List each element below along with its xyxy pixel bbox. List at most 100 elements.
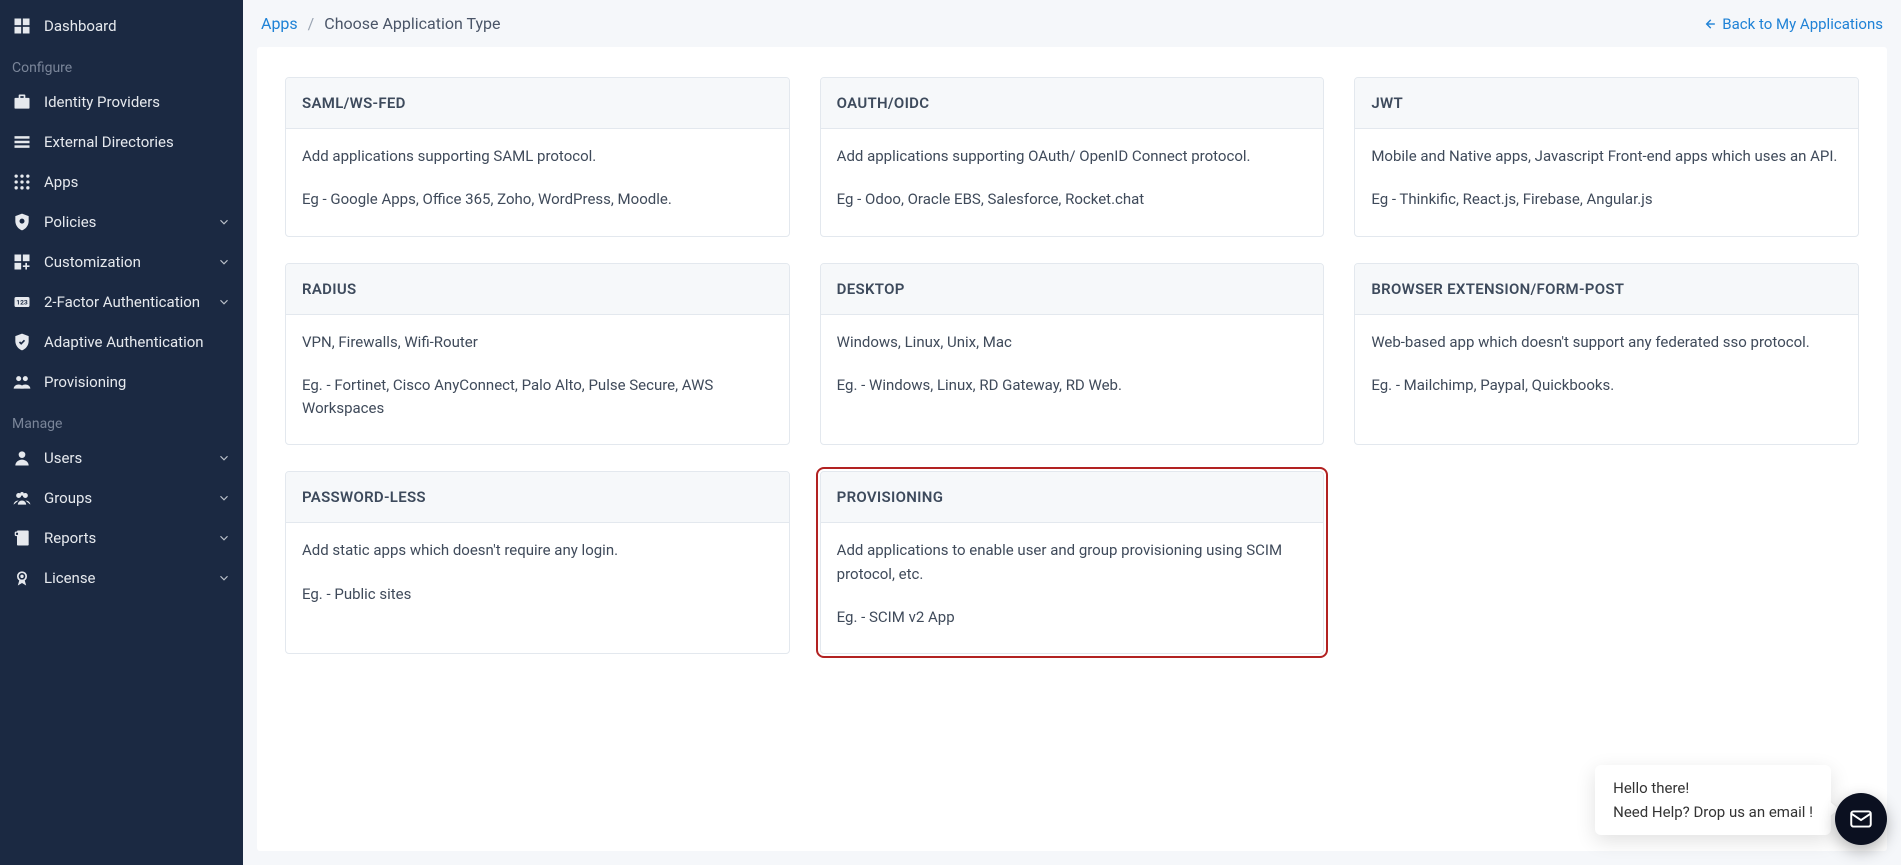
card-description: Web-based app which doesn't support any … xyxy=(1371,331,1842,354)
card-description: Windows, Linux, Unix, Mac xyxy=(837,331,1308,354)
sidebar-item-label: Dashboard xyxy=(44,17,231,35)
provisioning-icon xyxy=(12,372,32,392)
app-type-card-saml[interactable]: SAML/WS-FED Add applications supporting S… xyxy=(285,77,790,237)
app-type-card-oauth[interactable]: OAUTH/OIDC Add applications supporting OA… xyxy=(820,77,1325,237)
card-example: Eg. - Fortinet, Cisco AnyConnect, Palo A… xyxy=(302,374,773,421)
apps-icon xyxy=(12,172,32,192)
sidebar-item-label: Reports xyxy=(44,529,205,547)
breadcrumb: Apps / Choose Application Type xyxy=(261,14,501,33)
users-icon xyxy=(12,448,32,468)
back-link-label: Back to My Applications xyxy=(1722,15,1883,33)
topbar: Apps / Choose Application Type Back to M… xyxy=(243,0,1901,47)
sidebar-item-identity-providers[interactable]: Identity Providers xyxy=(0,82,243,122)
sidebar-item-label: Identity Providers xyxy=(44,93,231,111)
card-example: Eg - Odoo, Oracle EBS, Salesforce, Rocke… xyxy=(837,188,1308,211)
card-body: Add applications supporting OAuth/ OpenI… xyxy=(821,129,1324,236)
sidebar-item-reports[interactable]: Reports xyxy=(0,518,243,558)
chevron-down-icon xyxy=(217,255,231,269)
card-title: PASSWORD-LESS xyxy=(286,472,789,523)
sidebar-item-label: Apps xyxy=(44,173,231,191)
breadcrumb-root[interactable]: Apps xyxy=(261,14,298,33)
card-title: OAUTH/OIDC xyxy=(821,78,1324,129)
main: Apps / Choose Application Type Back to M… xyxy=(243,0,1901,865)
sidebar-item-license[interactable]: License xyxy=(0,558,243,598)
sidebar-item-users[interactable]: Users xyxy=(0,438,243,478)
sidebar-item-policies[interactable]: Policies xyxy=(0,202,243,242)
card-description: VPN, Firewalls, Wifi-Router xyxy=(302,331,773,354)
app-type-card-jwt[interactable]: JWT Mobile and Native apps, Javascript Fr… xyxy=(1354,77,1859,237)
groups-icon xyxy=(12,488,32,508)
policies-icon xyxy=(12,212,32,232)
sidebar-item-label: Adaptive Authentication xyxy=(44,333,231,351)
sidebar-item-label: Users xyxy=(44,449,205,467)
card-description: Mobile and Native apps, Javascript Front… xyxy=(1371,145,1842,168)
sidebar-item-provisioning[interactable]: Provisioning xyxy=(0,362,243,402)
card-example: Eg. - SCIM v2 App xyxy=(837,606,1308,629)
sidebar-item-groups[interactable]: Groups xyxy=(0,478,243,518)
card-example: Eg - Thinkific, React.js, Firebase, Angu… xyxy=(1371,188,1842,211)
svg-text:123: 123 xyxy=(16,299,28,307)
adaptive-auth-icon xyxy=(12,332,32,352)
content: SAML/WS-FED Add applications supporting S… xyxy=(257,47,1887,851)
customization-icon xyxy=(12,252,32,272)
card-title: JWT xyxy=(1355,78,1858,129)
chevron-down-icon xyxy=(217,491,231,505)
license-icon xyxy=(12,568,32,588)
card-title: SAML/WS-FED xyxy=(286,78,789,129)
two-factor-auth-icon: 123 xyxy=(12,292,32,312)
card-body: Mobile and Native apps, Javascript Front… xyxy=(1355,129,1858,236)
chat-open-button[interactable] xyxy=(1835,793,1887,845)
card-description: Add applications supporting SAML protoco… xyxy=(302,145,773,168)
card-description: Add static apps which doesn't require an… xyxy=(302,539,773,562)
dashboard-icon xyxy=(12,16,32,36)
app-type-card-passwordless[interactable]: PASSWORD-LESS Add static apps which doesn… xyxy=(285,471,790,654)
chevron-down-icon xyxy=(217,451,231,465)
card-example: Eg. - Mailchimp, Paypal, Quickbooks. xyxy=(1371,374,1842,397)
card-example: Eg - Google Apps, Office 365, Zoho, Word… xyxy=(302,188,773,211)
card-body: Windows, Linux, Unix, Mac Eg. - Windows, … xyxy=(821,315,1324,422)
sidebar-item-customization[interactable]: Customization xyxy=(0,242,243,282)
arrow-left-icon xyxy=(1702,17,1716,31)
card-title: RADIUS xyxy=(286,264,789,315)
app-type-card-desktop[interactable]: DESKTOPWindows, Linux, Unix, MacEg. - Wi… xyxy=(820,263,1325,446)
sidebar: Dashboard Configure Identity Providers Exte… xyxy=(0,0,243,865)
card-body: Add applications to enable user and grou… xyxy=(821,523,1324,653)
app-type-card-provisioning-card[interactable]: PROVISIONING Add applications to enable u… xyxy=(820,471,1325,654)
sidebar-item-label: 2-Factor Authentication xyxy=(44,293,205,311)
app-type-card-radius[interactable]: RADIUS VPN, Firewalls, Wifi-Router Eg. - F… xyxy=(285,263,790,446)
sidebar-item-label: Customization xyxy=(44,253,205,271)
card-body: VPN, Firewalls, Wifi-Router Eg. - Fortine… xyxy=(286,315,789,445)
back-to-applications-link[interactable]: Back to My Applications xyxy=(1702,15,1883,33)
app-type-card-browser-ext[interactable]: BROWSER EXTENSION/FORM-POSTWeb-based app… xyxy=(1354,263,1859,446)
identity-providers-icon xyxy=(12,92,32,112)
sidebar-item-label: Policies xyxy=(44,213,205,231)
chevron-down-icon xyxy=(217,571,231,585)
sidebar-section-configure: Configure xyxy=(0,46,243,82)
sidebar-item-two-factor-auth[interactable]: 123 2-Factor Authentication xyxy=(0,282,243,322)
external-directories-icon xyxy=(12,132,32,152)
reports-icon xyxy=(12,528,32,548)
sidebar-item-adaptive-auth[interactable]: Adaptive Authentication xyxy=(0,322,243,362)
card-description: Add applications supporting OAuth/ OpenI… xyxy=(837,145,1308,168)
sidebar-item-label: License xyxy=(44,569,205,587)
card-title: PROVISIONING xyxy=(821,472,1324,523)
card-body: Add applications supporting SAML protoco… xyxy=(286,129,789,236)
chevron-down-icon xyxy=(217,531,231,545)
app-type-grid: SAML/WS-FED Add applications supporting S… xyxy=(285,77,1859,654)
sidebar-item-apps[interactable]: Apps xyxy=(0,162,243,202)
sidebar-item-dashboard[interactable]: Dashboard xyxy=(0,6,243,46)
card-body: Add static apps which doesn't require an… xyxy=(286,523,789,630)
card-example: Eg. - Public sites xyxy=(302,583,773,606)
chevron-down-icon xyxy=(217,295,231,309)
card-example: Eg. - Windows, Linux, RD Gateway, RD Web… xyxy=(837,374,1308,397)
sidebar-item-external-directories[interactable]: External Directories xyxy=(0,122,243,162)
sidebar-item-label: Provisioning xyxy=(44,373,231,391)
mail-icon xyxy=(1848,806,1874,832)
card-description: Add applications to enable user and grou… xyxy=(837,539,1308,586)
breadcrumb-separator: / xyxy=(308,14,315,33)
card-body: Web-based app which doesn't support any … xyxy=(1355,315,1858,422)
sidebar-section-manage: Manage xyxy=(0,402,243,438)
chat-line-1: Hello there! xyxy=(1613,779,1813,797)
breadcrumb-current: Choose Application Type xyxy=(324,14,500,33)
chevron-down-icon xyxy=(217,215,231,229)
